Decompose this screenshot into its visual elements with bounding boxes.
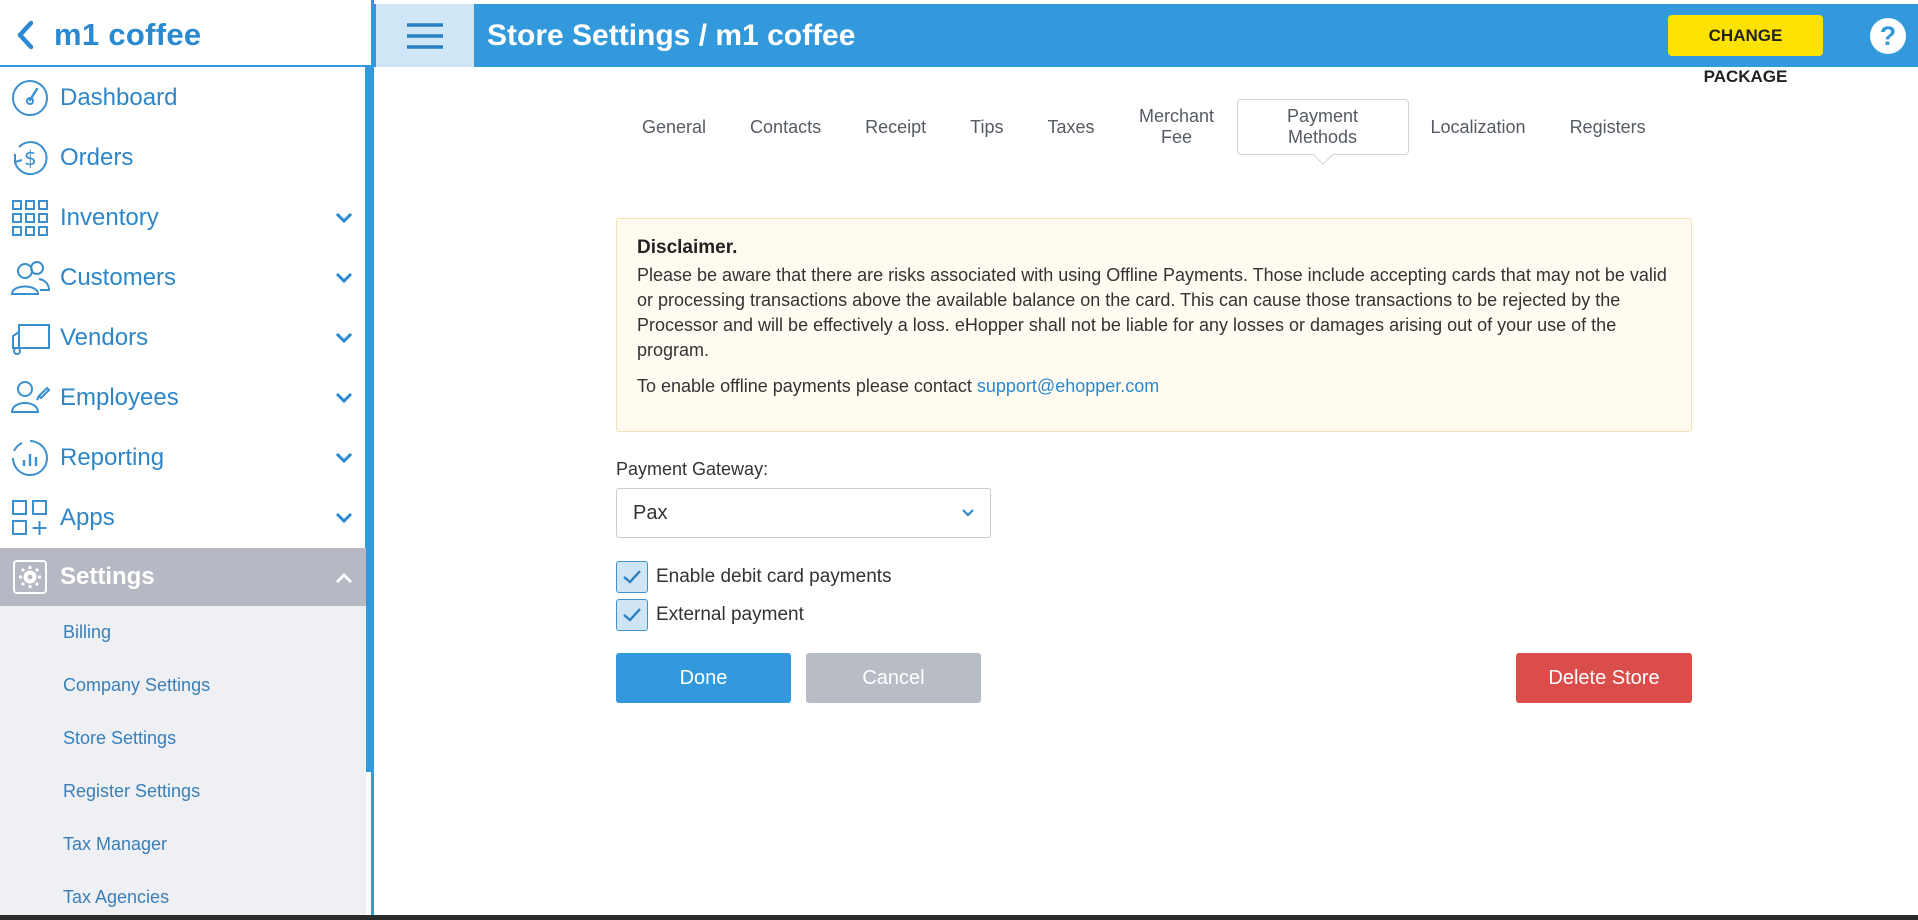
chevron-up-icon[interactable]	[332, 566, 356, 590]
tab-registers[interactable]: Registers	[1548, 99, 1668, 155]
chevron-down-icon[interactable]	[332, 206, 356, 230]
tab-localization[interactable]: Localization	[1409, 99, 1548, 155]
cancel-button[interactable]: Cancel	[806, 653, 981, 703]
external-payment-label: External payment	[656, 604, 804, 625]
contact-prefix: To enable offline payments please contac…	[637, 376, 977, 396]
chevron-down-icon[interactable]	[332, 266, 356, 290]
dashboard-gauge-icon	[0, 68, 60, 128]
gear-icon	[0, 547, 60, 607]
tab-label: Payment Methods	[1286, 106, 1359, 147]
sidebar-item-inventory[interactable]: Inventory	[0, 188, 366, 248]
settings-tabs: General Contacts Receipt Tips Taxes Merc…	[620, 99, 1668, 165]
chevron-down-icon	[960, 505, 976, 521]
submenu-item-company-settings[interactable]: Company Settings	[0, 659, 366, 712]
payment-gateway-label: Payment Gateway:	[616, 459, 769, 479]
sidebar-item-label: Settings	[60, 563, 155, 590]
sidebar-item-label: Employees	[60, 384, 179, 411]
svg-text:$: $	[24, 146, 37, 170]
sidebar: m1 coffee Dashboard $ Orders Inventory C…	[0, 0, 374, 920]
hamburger-menu-icon[interactable]	[376, 4, 474, 67]
tab-merchant-fee[interactable]: Merchant Fee	[1117, 99, 1237, 155]
disclaimer-contact: To enable offline payments please contac…	[637, 376, 1671, 397]
apps-icon	[0, 488, 60, 548]
sidebar-item-customers[interactable]: Customers	[0, 248, 366, 308]
grid-icon	[0, 188, 60, 248]
debit-card-checkbox[interactable]	[616, 561, 648, 593]
done-button[interactable]: Done	[616, 653, 791, 703]
submenu-item-billing[interactable]: Billing	[0, 606, 366, 659]
disclaimer-text: Please be aware that there are risks ass…	[637, 265, 1667, 360]
tab-receipt[interactable]: Receipt	[843, 99, 948, 155]
sidebar-item-dashboard[interactable]: Dashboard	[0, 68, 366, 128]
sidebar-item-apps[interactable]: Apps	[0, 488, 366, 548]
payment-gateway-select[interactable]: Pax	[616, 488, 991, 538]
sidebar-item-employees[interactable]: Employees	[0, 368, 366, 428]
submenu-item-store-settings[interactable]: Store Settings	[0, 712, 366, 765]
sidebar-item-label: Orders	[60, 144, 134, 171]
submenu-item-register-settings[interactable]: Register Settings	[0, 765, 366, 818]
bar-chart-icon	[0, 428, 60, 488]
external-payment-checkbox[interactable]	[616, 599, 648, 631]
chevron-down-icon[interactable]	[332, 506, 356, 530]
sidebar-nav: Dashboard $ Orders Inventory Customers V…	[0, 68, 366, 920]
tab-general[interactable]: General	[620, 99, 728, 155]
sidebar-item-settings[interactable]: Settings	[0, 548, 366, 606]
sidebar-item-orders[interactable]: $ Orders	[0, 128, 366, 188]
debit-card-label: Enable debit card payments	[656, 566, 892, 587]
sidebar-item-vendors[interactable]: Vendors	[0, 308, 366, 368]
sidebar-item-label: Apps	[60, 504, 115, 531]
sidebar-item-label: Customers	[60, 264, 177, 291]
submenu-item-tax-manager[interactable]: Tax Manager	[0, 818, 366, 871]
tab-tips[interactable]: Tips	[948, 99, 1025, 155]
chevron-down-icon[interactable]	[332, 326, 356, 350]
support-email-link[interactable]: support@ehopper.com	[977, 376, 1159, 396]
debit-card-row: Enable debit card payments	[616, 561, 892, 593]
sidebar-scrollbar[interactable]	[365, 67, 373, 772]
settings-submenu: Billing Company Settings Store Settings …	[0, 606, 366, 920]
tab-contacts[interactable]: Contacts	[728, 99, 843, 155]
payment-gateway-value: Pax	[633, 501, 668, 524]
store-name[interactable]: m1 coffee	[54, 17, 201, 53]
chevron-down-icon[interactable]	[332, 446, 356, 470]
tab-payment-methods[interactable]: Payment Methods	[1236, 99, 1409, 165]
sidebar-item-reporting[interactable]: Reporting	[0, 428, 366, 488]
sidebar-item-label: Vendors	[60, 324, 149, 351]
top-bar: Store Settings / m1 coffee CHANGE PACKAG…	[374, 4, 1918, 86]
active-tab-caret	[1312, 145, 1333, 165]
delete-store-button[interactable]: Delete Store	[1516, 653, 1692, 703]
bottom-divider	[0, 915, 1918, 920]
change-package-button[interactable]: CHANGE PACKAGE	[1668, 15, 1823, 86]
dollar-cycle-icon: $	[0, 128, 60, 188]
disclaimer-box: Disclaimer. Please be aware that there a…	[616, 218, 1692, 432]
external-payment-row: External payment	[616, 599, 804, 631]
back-arrow-icon[interactable]	[0, 3, 46, 66]
disclaimer-title: Disclaimer.	[637, 237, 738, 258]
sidebar-item-label: Inventory	[60, 204, 159, 231]
sidebar-item-label: Dashboard	[60, 84, 178, 111]
employee-icon	[0, 368, 60, 428]
sidebar-item-label: Reporting	[60, 444, 165, 471]
people-icon	[0, 248, 60, 308]
page-title: Store Settings / m1 coffee	[487, 19, 856, 52]
help-icon[interactable]: ?	[1870, 18, 1906, 54]
chevron-down-icon[interactable]	[332, 386, 356, 410]
truck-icon	[0, 308, 60, 368]
submenu-item-tax-agencies[interactable]: Tax Agencies	[0, 871, 366, 920]
sidebar-header: m1 coffee	[0, 4, 371, 67]
tab-taxes[interactable]: Taxes	[1025, 99, 1116, 155]
